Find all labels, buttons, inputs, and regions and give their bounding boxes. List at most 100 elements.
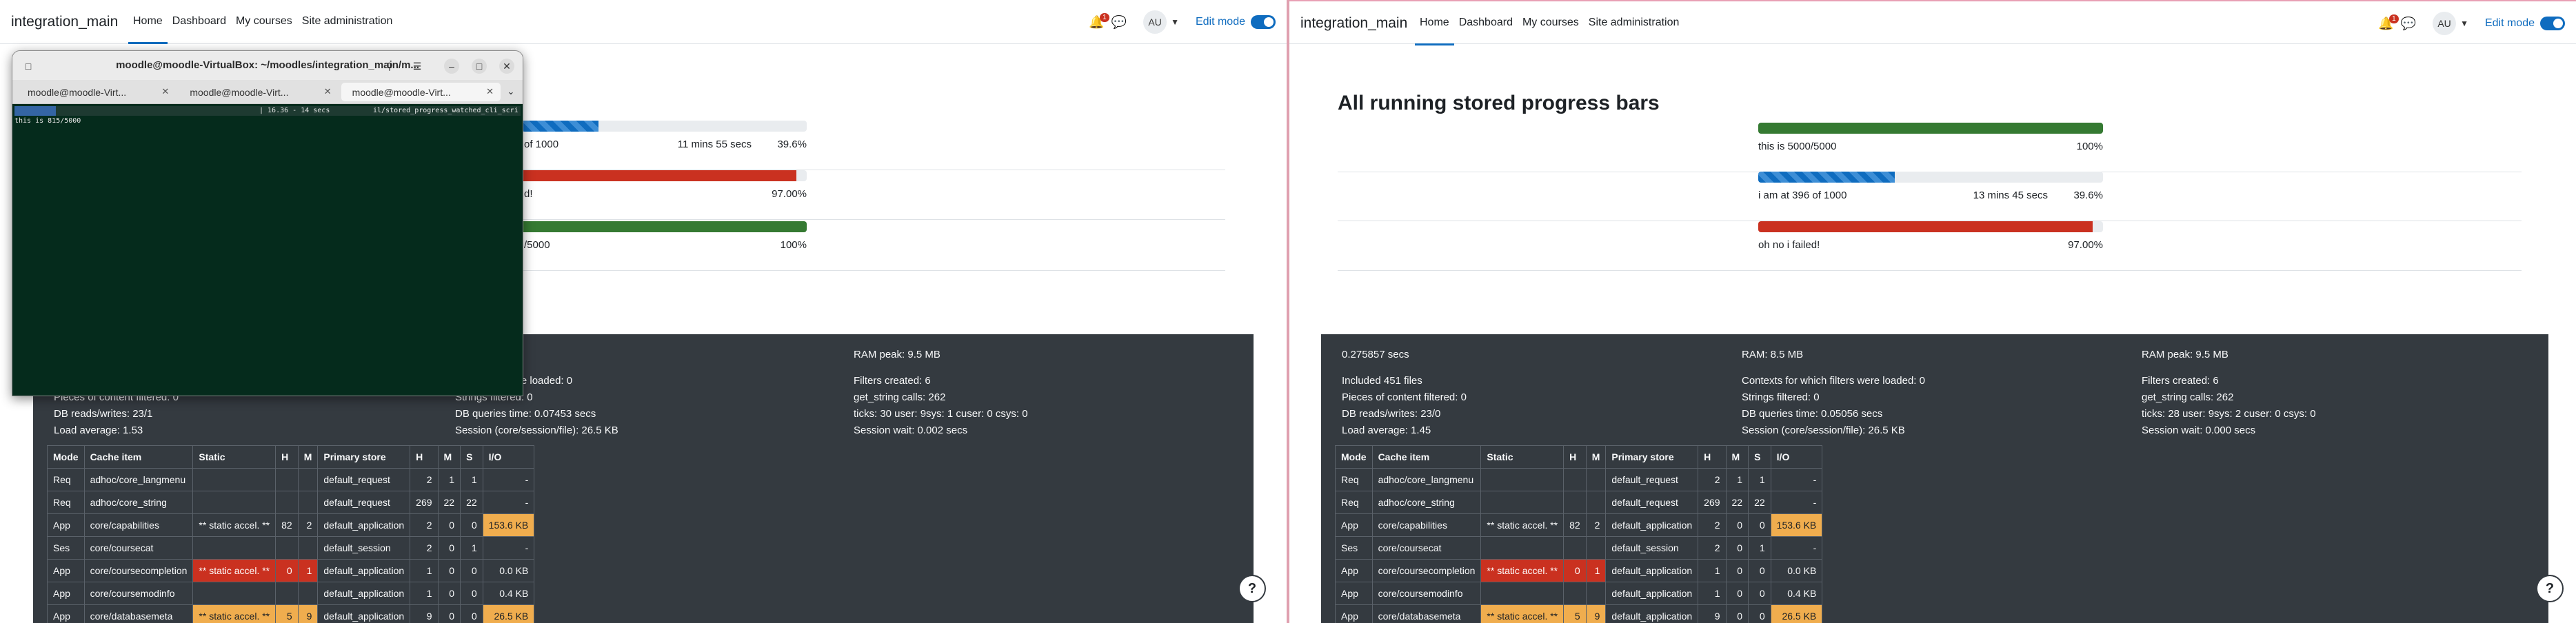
progress-message: /5000 xyxy=(524,239,550,251)
help-button[interactable]: ? xyxy=(2536,575,2564,602)
chevron-down-icon[interactable]: ⌄ xyxy=(503,86,519,97)
table-header-row: Mode Cache item Static H M Primary store H M S I/… xyxy=(1335,445,1823,469)
perf-line: Session (core/session/file): 26.5 KB xyxy=(1742,425,1905,436)
terminal-progress-fill xyxy=(14,106,56,116)
table-cell: 1 xyxy=(297,559,319,582)
table-cell: 0 xyxy=(460,559,483,582)
terminal-tab-2[interactable]: moodle@moodle-Virt... ✕ xyxy=(179,83,338,101)
table-cell: 153.6 KB xyxy=(482,513,535,537)
chevron-down-icon[interactable]: ▼ xyxy=(2460,19,2468,28)
table-cell: default_application xyxy=(1605,582,1699,605)
table-cell xyxy=(1585,582,1607,605)
table-cell: default_application xyxy=(1605,559,1699,582)
edit-mode-toggle[interactable] xyxy=(2540,17,2565,30)
table-cell: - xyxy=(482,536,535,560)
table-cell: 0 xyxy=(437,536,461,560)
terminal-output[interactable]: | 16.36 - 14 secs il/stored_progress_wat… xyxy=(12,104,523,396)
table-cell: core/coursecat xyxy=(83,536,194,560)
site-brand[interactable]: integration_main xyxy=(1300,15,1407,32)
table-cell: ** static accel. ** xyxy=(192,513,276,537)
minimize-icon[interactable]: – xyxy=(444,59,459,74)
table-cell: - xyxy=(482,491,535,514)
column-header: M xyxy=(1585,445,1607,469)
table-cell: 0 xyxy=(460,604,483,623)
terminal-status-time: | 16.36 - 14 secs xyxy=(259,107,330,114)
table-row: App core/coursecompletion ** static accel.… xyxy=(47,559,535,582)
edit-mode-toggle[interactable] xyxy=(1251,15,1276,29)
nav-my-courses[interactable]: My courses xyxy=(1518,1,1584,45)
table-cell: - xyxy=(1770,468,1823,491)
close-icon[interactable]: ✕ xyxy=(499,59,514,74)
table-cell: default_application xyxy=(317,513,411,537)
table-cell: 2 xyxy=(1698,468,1727,491)
table-row: Req adhoc/core_langmenu default_request 2 1 1… xyxy=(47,468,535,491)
column-header: Cache item xyxy=(1371,445,1482,469)
table-cell: 0 xyxy=(460,582,483,605)
site-brand[interactable]: integration_main xyxy=(11,14,118,30)
table-cell: 0 xyxy=(1725,536,1749,560)
table-cell: 2 xyxy=(1698,513,1727,537)
table-cell: App xyxy=(1335,582,1373,605)
perf-line: ticks: 28 user: 9sys: 2 cuser: 0 csys: 0 xyxy=(2142,408,2316,420)
table-cell: 1 xyxy=(1698,582,1727,605)
progress-message: i am at 396 of 1000 xyxy=(1758,190,1847,201)
table-cell: 0 xyxy=(275,559,299,582)
table-cell xyxy=(192,491,276,514)
message-icon[interactable]: 💬 xyxy=(2401,17,2416,31)
right-browser-window: integration_main Home Dashboard My cours… xyxy=(1289,0,2576,623)
table-cell xyxy=(297,582,319,605)
close-icon[interactable]: ✕ xyxy=(324,86,332,97)
nav-dashboard[interactable]: Dashboard xyxy=(168,0,231,44)
nav-site-administration[interactable]: Site administration xyxy=(297,0,398,44)
table-cell: ** static accel. ** xyxy=(1480,559,1564,582)
avatar[interactable]: AU xyxy=(1143,10,1167,34)
table-cell: 0 xyxy=(437,604,461,623)
table-cell: default_application xyxy=(317,582,411,605)
table-cell: default_application xyxy=(1605,513,1699,537)
perf-line: DB queries time: 0.07453 secs xyxy=(455,408,596,420)
perf-col-1: 0.275857 secs Included 451 files Pieces … xyxy=(1342,347,1467,439)
message-icon[interactable]: 💬 xyxy=(1111,15,1127,30)
table-cell: 2 xyxy=(297,513,319,537)
progress-track xyxy=(1758,123,2103,134)
avatar[interactable]: AU xyxy=(2433,12,2457,35)
help-button[interactable]: ? xyxy=(1238,575,1266,602)
nav-dashboard[interactable]: Dashboard xyxy=(1454,1,1518,45)
nav-home[interactable]: Home xyxy=(128,0,168,44)
nav-my-courses[interactable]: My courses xyxy=(231,0,297,44)
progress-track xyxy=(1758,172,2103,183)
table-cell: - xyxy=(482,468,535,491)
column-header: H xyxy=(410,445,439,469)
table-cell: 22 xyxy=(1748,491,1771,514)
perf-line: Pieces of content filtered: 0 xyxy=(1342,391,1467,403)
table-cell: 1 xyxy=(410,559,439,582)
nav-home[interactable]: Home xyxy=(1415,1,1454,45)
terminal-status-script: il/stored_progress_watched_cli_scri xyxy=(373,107,519,114)
table-cell: default_session xyxy=(1605,536,1699,560)
menu-icon[interactable]: ☰ xyxy=(408,57,426,75)
close-icon[interactable]: ✕ xyxy=(161,86,169,97)
terminal-tab-1[interactable]: moodle@moodle-Virt... ✕ xyxy=(17,83,176,101)
chevron-down-icon[interactable]: ▼ xyxy=(1171,17,1179,27)
table-cell: 0 xyxy=(1748,559,1771,582)
perf-line: ticks: 30 user: 9sys: 1 cuser: 0 csys: 0 xyxy=(854,408,1028,420)
table-cell: 1 xyxy=(437,468,461,491)
close-icon[interactable]: ✕ xyxy=(486,86,494,97)
top-navbar: integration_main Home Dashboard My cours… xyxy=(0,0,1287,44)
bell-icon[interactable]: 🔔 1 xyxy=(1089,12,1109,30)
table-cell: 0 xyxy=(437,559,461,582)
edit-mode-label: Edit mode xyxy=(2484,17,2535,29)
terminal-tab-3[interactable]: moodle@moodle-Virt... ✕ xyxy=(341,82,501,101)
terminal-window: □ moodle@moodle-VirtualBox: ~/moodles/in… xyxy=(12,50,523,396)
page-title: All running stored progress bars xyxy=(1338,92,1660,114)
column-header: M xyxy=(297,445,319,469)
table-cell: core/coursecompletion xyxy=(1371,559,1482,582)
table-cell: default_request xyxy=(317,468,411,491)
bell-icon[interactable]: 🔔 1 xyxy=(2378,14,2399,31)
table-cell: 26.5 KB xyxy=(1770,604,1823,623)
search-icon[interactable]: ⚲ xyxy=(381,57,399,75)
column-header: S xyxy=(1748,445,1771,469)
nav-site-administration[interactable]: Site administration xyxy=(1584,1,1684,45)
table-cell: 9 xyxy=(1585,604,1607,623)
maximize-icon[interactable]: □ xyxy=(472,59,487,74)
